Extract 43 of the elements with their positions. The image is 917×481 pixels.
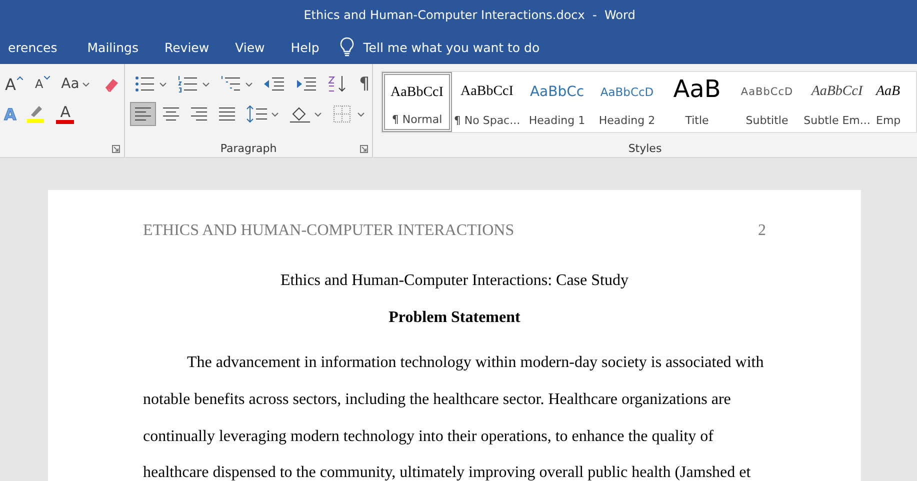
- group-label: Styles: [627, 142, 663, 155]
- ribbon-tab[interactable]: Mailings: [75, 32, 150, 62]
- up-caret-icon: [16, 76, 23, 80]
- dialog-launcher-icon[interactable]: [360, 145, 368, 153]
- lines-icon: [218, 107, 236, 121]
- indent-icon: [295, 75, 317, 93]
- caret-icon: [314, 112, 322, 116]
- change-case-button[interactable]: Aa: [57, 72, 94, 96]
- shrink-font-button[interactable]: A: [30, 72, 56, 96]
- caret-icon: [159, 82, 167, 86]
- page-number: 2: [758, 222, 766, 240]
- style-item[interactable]: AaBbCcI ¶ Normal: [382, 72, 452, 132]
- ribbon-tab[interactable]: Help: [278, 32, 332, 62]
- lines-icon: [134, 107, 152, 121]
- document-title: Ethics and Human-Computer Interactions: Case Study: [280, 272, 630, 290]
- multilevel-icon: [220, 75, 242, 93]
- caret-icon: [82, 82, 90, 86]
- lines-icon: [190, 107, 208, 121]
- numbering-icon: [177, 75, 199, 93]
- caret-icon: [202, 82, 210, 86]
- align-left-button[interactable]: [130, 102, 156, 126]
- font-color-button[interactable]: A: [52, 102, 78, 126]
- ribbon-tab[interactable]: Review: [152, 32, 222, 62]
- section-heading: Problem Statement: [388, 309, 522, 327]
- dialog-launcher-icon[interactable]: [112, 145, 120, 153]
- grow-font-button[interactable]: A: [0, 72, 28, 96]
- bullets-icon: [134, 75, 156, 93]
- ribbon-tab[interactable]: erences: [0, 32, 74, 62]
- window-title: Ethics and Human-Computer Interactions.docx - Word: [304, 8, 636, 22]
- caret-icon: [357, 112, 365, 116]
- outdent-icon: [263, 75, 285, 93]
- lightbulb-icon: [339, 37, 356, 57]
- line-spacing-icon: [246, 105, 268, 123]
- down-caret-icon: [44, 76, 50, 80]
- body-paragraph: The advancement in information technology within modern-day society is associated with notable benefits across sectors, including the healthcare sector. Healthcare organizations are continually leveraging modern technology into their operations, to enhance the quality of healthcare dispensed to the community, ultimately improving overall public health (Jamshed et: [143, 353, 765, 481]
- show-marks-button[interactable]: ¶: [355, 72, 374, 96]
- ribbon-tab[interactable]: View: [223, 32, 277, 62]
- group-label: Paragraph: [219, 142, 278, 155]
- running-head: ETHICS AND HUMAN-COMPUTER INTERACTIONS: [143, 222, 514, 240]
- lines-icon: [162, 107, 180, 121]
- tell-me-search[interactable]: Tell me what you want to do: [339, 37, 566, 57]
- caret-icon: [271, 112, 279, 116]
- caret-icon: [245, 82, 253, 86]
